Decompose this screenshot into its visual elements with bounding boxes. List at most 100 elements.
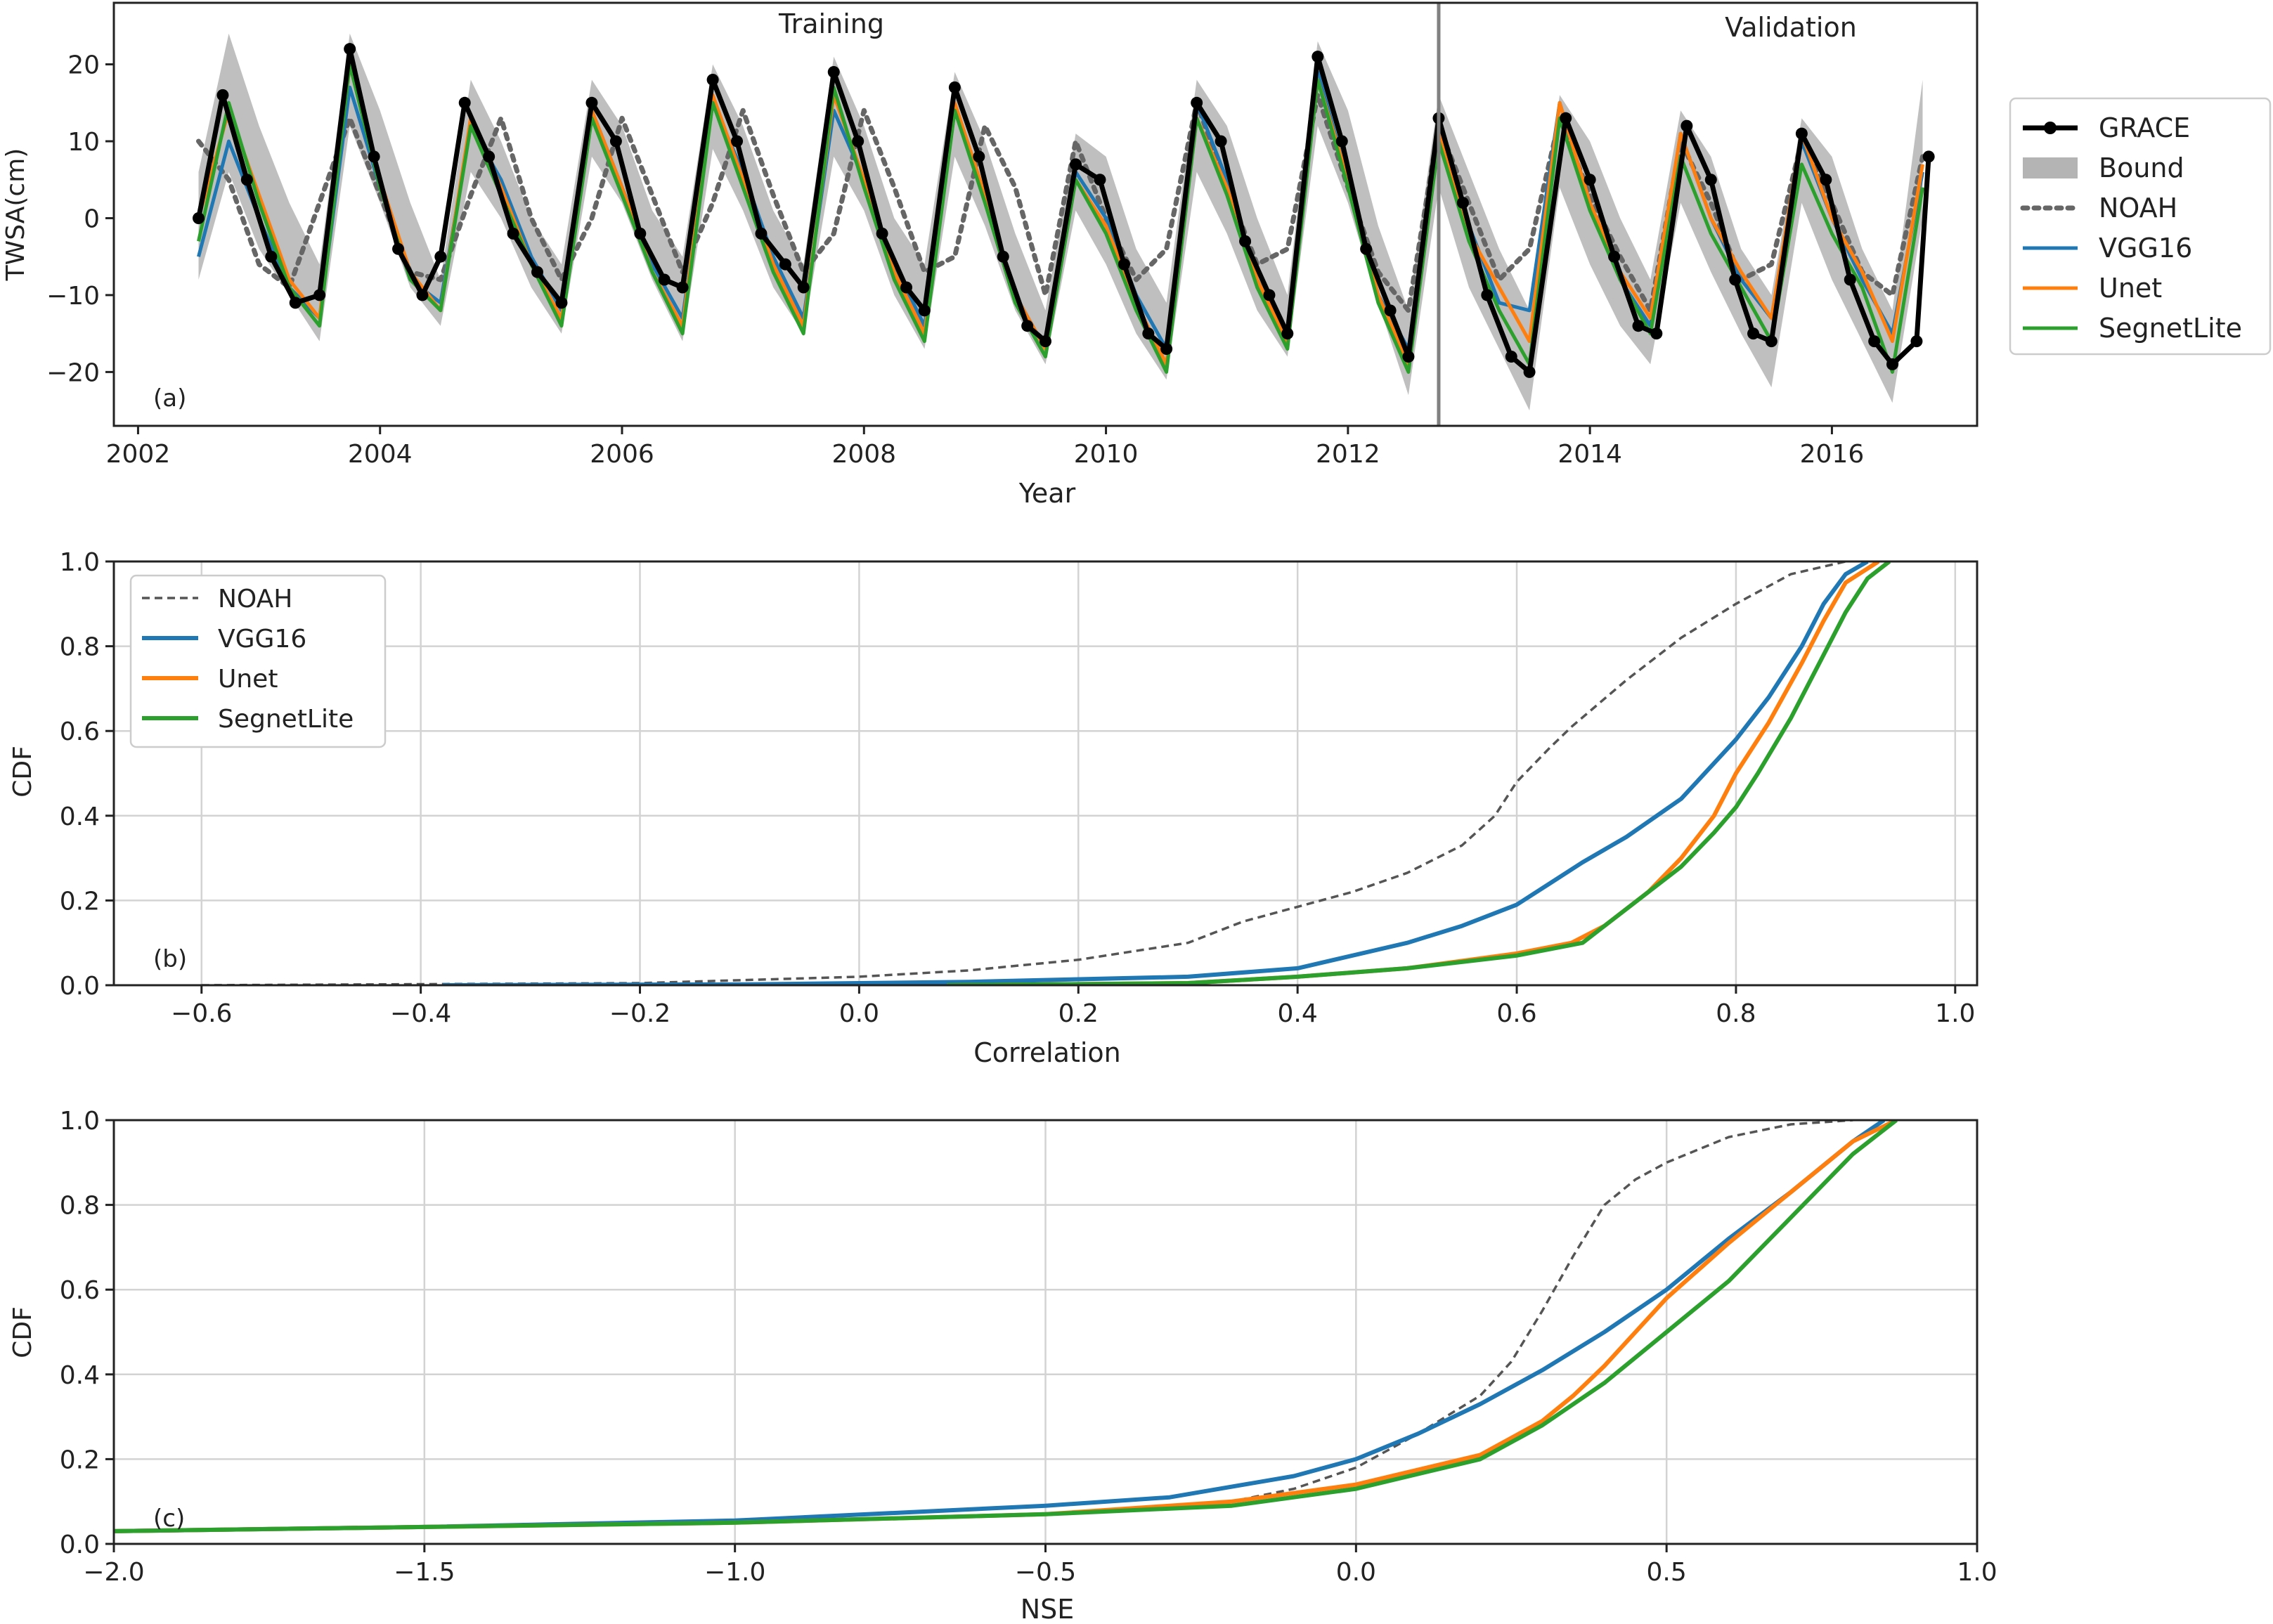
- a-grace-point: [531, 266, 543, 278]
- a-grace-point: [1191, 96, 1203, 109]
- a-grace-point: [852, 135, 864, 148]
- a-grace-point: [1632, 320, 1645, 332]
- a-x-tick-label: 2004: [348, 440, 413, 469]
- a-grace-point: [1384, 304, 1397, 317]
- a-grace-point: [216, 89, 229, 101]
- c-y-axis-label: CDF: [8, 1306, 37, 1358]
- a-training-label: Training: [778, 8, 884, 39]
- a-grace-point: [416, 289, 429, 301]
- a-x-tick-label: 2014: [1558, 440, 1622, 469]
- c-y-tick-label: 0.6: [60, 1276, 100, 1305]
- a-grace-point: [1481, 289, 1494, 301]
- a-x-tick-label: 2008: [831, 440, 896, 469]
- a-grace-point: [676, 281, 689, 294]
- a-grace-point: [779, 258, 791, 271]
- b-x-tick-label: −0.4: [390, 999, 451, 1028]
- b-x-tick-label: 0.0: [839, 999, 879, 1028]
- b-y-tick-label: 0.0: [60, 972, 100, 1001]
- c-x-tick-label: −0.5: [1015, 1558, 1076, 1587]
- a-grace-point: [973, 150, 985, 163]
- a-grace-point: [1608, 250, 1621, 263]
- a-grace-point: [1239, 235, 1252, 247]
- a-grace-point: [876, 227, 888, 240]
- a-legend-label-grace: GRACE: [2099, 112, 2190, 143]
- a-legend-label-segnetlite: SegnetLite: [2099, 313, 2242, 344]
- c-x-tick-label: 0.5: [1647, 1558, 1687, 1587]
- a-grace-point: [240, 174, 253, 186]
- b-panel-label: (b): [153, 945, 187, 973]
- a-grace-point: [1704, 174, 1717, 186]
- a-legend-swatch-bound: [2023, 157, 2078, 178]
- a-grace-point: [1118, 258, 1130, 271]
- a-grace-point: [193, 212, 205, 224]
- a-grace-point: [918, 304, 931, 317]
- a-y-tick-label: 20: [67, 51, 100, 80]
- b-y-tick-label: 0.8: [60, 633, 100, 662]
- a-grace-point: [1402, 350, 1415, 363]
- c-y-tick-label: 1.0: [60, 1107, 100, 1136]
- b-y-tick-label: 1.0: [60, 548, 100, 577]
- a-grace-point: [1360, 242, 1373, 255]
- a-grace-point: [900, 281, 913, 294]
- a-grace-point: [1263, 289, 1276, 301]
- a-grace-point: [1584, 174, 1596, 186]
- a-grace-point: [609, 135, 622, 148]
- a-grace-point: [344, 43, 356, 56]
- a-grace-point: [458, 96, 471, 109]
- a-grace-point: [1070, 158, 1082, 171]
- b-x-tick-label: −0.2: [609, 999, 671, 1028]
- a-grace-point: [265, 250, 278, 263]
- b-y-tick-label: 0.2: [60, 887, 100, 916]
- a-grace-point: [658, 273, 671, 286]
- b-x-tick-label: 0.2: [1058, 999, 1099, 1028]
- a-grace-point: [797, 281, 810, 294]
- c-x-tick-label: 0.0: [1336, 1558, 1376, 1587]
- a-grace-point: [1681, 119, 1693, 132]
- a-panel-label: (a): [153, 384, 186, 413]
- a-grace-point: [1523, 365, 1536, 378]
- a-grace-point: [1160, 343, 1173, 356]
- a-grace-point: [1505, 350, 1517, 363]
- a-grace-point: [434, 250, 447, 263]
- a-x-tick-label: 2002: [106, 440, 171, 469]
- b-y-axis-label: CDF: [8, 746, 37, 798]
- figure-background: [0, 0, 2273, 1624]
- a-grace-point: [585, 96, 598, 109]
- a-grace-point: [1650, 327, 1663, 340]
- a-grace-point: [1820, 174, 1832, 186]
- a-y-axis-label: TWSA(cm): [1, 148, 30, 282]
- c-panel-label: (c): [153, 1505, 185, 1533]
- b-legend: NOAH VGG16 Unet SegnetLite: [129, 574, 387, 748]
- a-x-tick-label: 2012: [1316, 440, 1380, 469]
- b-x-tick-label: 0.6: [1496, 999, 1536, 1028]
- a-grace-point: [1922, 150, 1935, 163]
- a-grace-point: [1747, 327, 1760, 340]
- a-grace-point: [1021, 320, 1034, 332]
- b-legend-label-segnetlite: SegnetLite: [218, 705, 354, 734]
- a-grace-point: [1040, 335, 1051, 348]
- a-legend-label-vgg16: VGG16: [2099, 233, 2192, 264]
- a-grace-point: [706, 73, 719, 86]
- b-y-tick-label: 0.4: [60, 803, 100, 831]
- a-y-tick-label: 0: [84, 204, 100, 233]
- c-x-tick-label: 1.0: [1957, 1558, 1997, 1587]
- a-legend-grace-marker: [2044, 122, 2057, 134]
- a-grace-point: [1886, 358, 1898, 370]
- a-validation-label: Validation: [1725, 12, 1857, 43]
- c-y-tick-label: 0.0: [60, 1531, 100, 1559]
- b-x-tick-label: 0.8: [1716, 999, 1756, 1028]
- a-grace-point: [483, 150, 496, 163]
- b-legend-label-noah: NOAH: [218, 585, 292, 613]
- a-grace-point: [392, 242, 405, 255]
- a-grace-point: [1094, 174, 1106, 186]
- c-y-tick-label: 0.4: [60, 1361, 100, 1390]
- b-legend-label-unet: Unet: [218, 665, 278, 694]
- a-grace-point: [1456, 197, 1469, 209]
- b-x-tick-label: −0.6: [171, 999, 232, 1028]
- c-y-tick-label: 0.8: [60, 1192, 100, 1221]
- c-x-tick-label: −1.0: [704, 1558, 765, 1587]
- a-x-tick-label: 2006: [590, 440, 654, 469]
- a-grace-point: [1560, 112, 1572, 124]
- a-y-tick-label: −10: [46, 282, 100, 311]
- a-grace-point: [368, 150, 380, 163]
